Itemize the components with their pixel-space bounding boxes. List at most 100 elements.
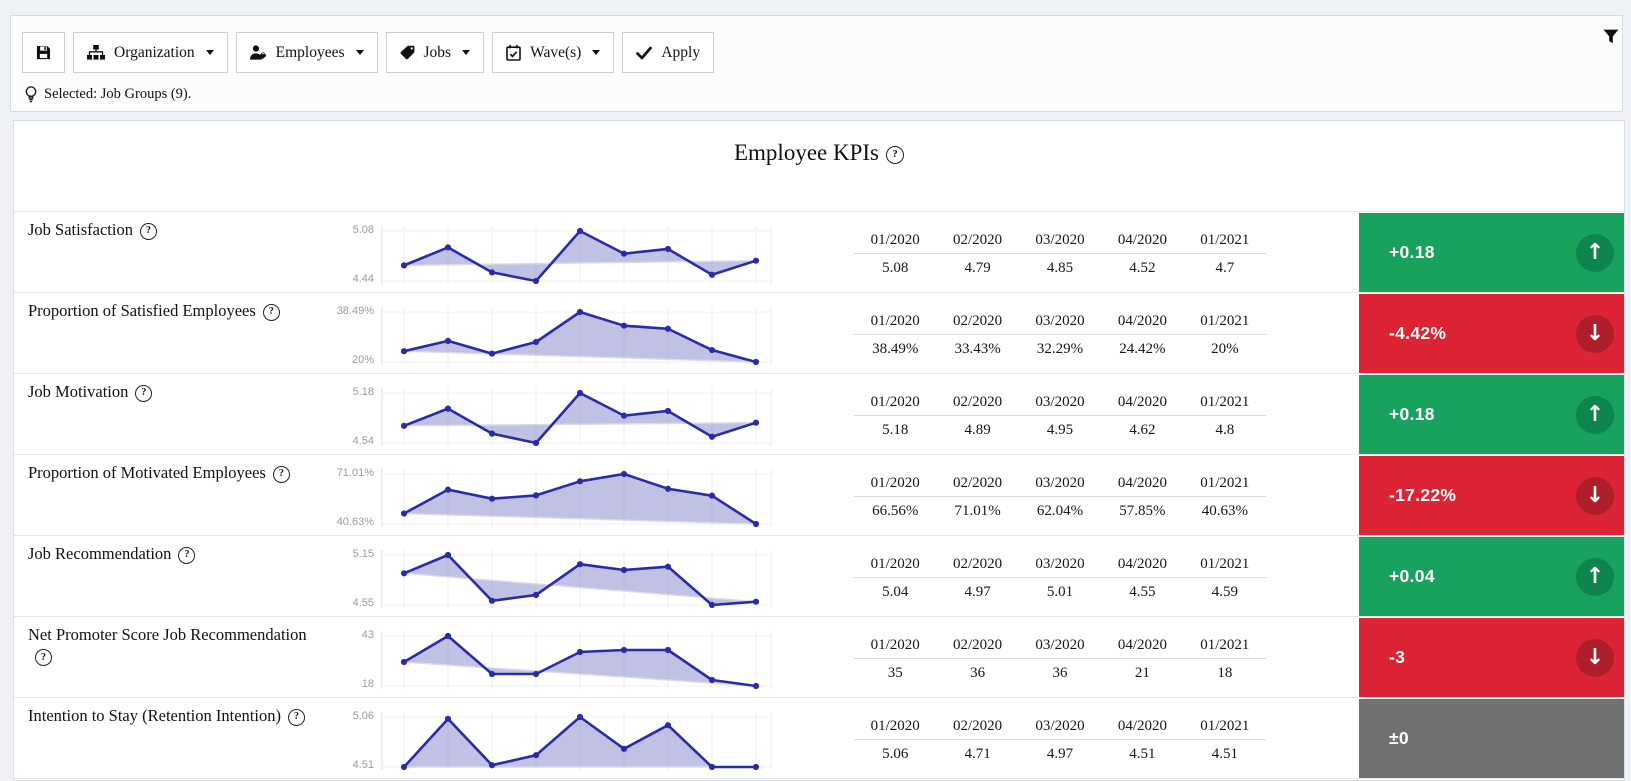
sparkline-max-tick: 5.15 [286, 548, 374, 560]
wave-value-cell: 66.56% [854, 497, 936, 526]
apply-button[interactable]: Apply [622, 32, 714, 73]
help-icon[interactable]: ? [140, 223, 157, 240]
wave-header-cell: 01/2021 [1184, 551, 1266, 577]
wave-value-cell: 36 [936, 659, 1018, 688]
chevron-down-icon [356, 50, 364, 55]
calendar-check-icon [506, 45, 521, 61]
kpi-change-badge: -3↓ [1359, 618, 1625, 697]
wave-value-cell: 20% [1184, 335, 1266, 364]
help-icon[interactable]: ? [263, 304, 280, 321]
kpi-change-value: +0.04 [1389, 566, 1435, 587]
kpi-panel: Employee KPIs? Job Satisfaction? 5.08 4.… [13, 120, 1625, 781]
kpi-sparkline [381, 629, 779, 693]
wave-table: 01/202002/202003/202004/202001/20215.044… [854, 551, 1266, 607]
employees-dropdown[interactable]: Employees [236, 32, 378, 73]
sparkline-min-tick: 4.55 [286, 597, 374, 609]
kpi-label: Proportion of Motivated Employees? [28, 462, 320, 484]
user-tag-icon [250, 45, 267, 60]
filter-icon[interactable] [1603, 29, 1619, 45]
save-icon [36, 45, 51, 60]
wave-header-cell: 01/2020 [854, 551, 936, 577]
jobs-label: Jobs [424, 44, 452, 62]
wave-value-cell: 4.52 [1101, 254, 1183, 283]
sparkline-min-tick: 4.44 [286, 273, 374, 285]
wave-value-cell: 62.04% [1019, 497, 1101, 526]
employees-label: Employees [276, 44, 345, 62]
wave-header-cell: 01/2021 [1184, 308, 1266, 334]
kpi-change-badge: ±0 [1359, 699, 1625, 778]
wave-value-cell: 18 [1184, 659, 1266, 688]
wave-value-cell: 4.7 [1184, 254, 1266, 283]
tag-icon [400, 45, 415, 60]
wave-header-cell: 03/2020 [1019, 632, 1101, 658]
sparkline-min-tick: 18 [286, 678, 374, 690]
wave-header-cell: 04/2020 [1101, 632, 1183, 658]
wave-value-cell: 4.62 [1101, 416, 1183, 445]
wave-header-cell: 01/2020 [854, 713, 936, 739]
kpi-label: Job Recommendation? [28, 543, 320, 565]
arrow-up-circle-icon: ↑ [1576, 234, 1614, 272]
waves-dropdown[interactable]: Wave(s) [492, 32, 614, 73]
sparkline-max-tick: 43 [286, 629, 374, 641]
wave-table: 01/202002/202003/202004/202001/202138.49… [854, 308, 1266, 364]
sparkline-max-tick: 38.49% [286, 305, 374, 317]
wave-header-cell: 01/2020 [854, 308, 936, 334]
wave-header-cell: 03/2020 [1019, 227, 1101, 253]
wave-header-cell: 02/2020 [936, 389, 1018, 415]
sparkline-min-tick: 4.51 [286, 759, 374, 771]
wave-value-cell: 4.59 [1184, 578, 1266, 607]
arrow-up-circle-icon: ↑ [1576, 396, 1614, 434]
jobs-dropdown[interactable]: Jobs [386, 32, 485, 73]
kpi-label-text: Job Motivation [28, 382, 128, 401]
sparkline-max-tick: 5.18 [286, 386, 374, 398]
wave-value-cell: 4.85 [1019, 254, 1101, 283]
wave-header-cell: 01/2021 [1184, 632, 1266, 658]
wave-header-cell: 02/2020 [936, 632, 1018, 658]
kpi-sparkline [381, 305, 779, 369]
kpi-label: Proportion of Satisfied Employees? [28, 300, 320, 322]
kpi-change-value: ±0 [1389, 728, 1409, 749]
sitemap-icon [87, 45, 105, 60]
kpi-sparkline [381, 710, 779, 774]
organization-dropdown[interactable]: Organization [73, 32, 228, 73]
kpi-label-text: Intention to Stay (Retention Intention) [28, 706, 281, 725]
kpi-label: Job Motivation? [28, 381, 320, 403]
kpi-change-badge: -4.42%↓ [1359, 294, 1625, 373]
arrow-down-circle-icon: ↓ [1576, 315, 1614, 353]
help-icon[interactable]: ? [886, 146, 904, 164]
kpi-change-value: +0.18 [1389, 242, 1435, 263]
apply-label: Apply [661, 44, 700, 62]
kpi-row: Job Recommendation? 5.15 4.55 01/202002/… [14, 535, 1624, 617]
wave-header-cell: 03/2020 [1019, 551, 1101, 577]
kpi-label-text: Job Recommendation [28, 544, 171, 563]
help-icon[interactable]: ? [135, 385, 152, 402]
kpi-label-text: Proportion of Satisfied Employees [28, 301, 256, 320]
kpi-change-value: -3 [1389, 647, 1405, 668]
wave-value-cell: 35 [854, 659, 936, 688]
wave-header-cell: 03/2020 [1019, 713, 1101, 739]
wave-value-cell: 4.79 [936, 254, 1018, 283]
help-icon[interactable]: ? [178, 547, 195, 564]
wave-value-cell: 4.8 [1184, 416, 1266, 445]
kpi-label: Job Satisfaction? [28, 219, 320, 241]
selection-note: Selected: Job Groups (9). [25, 86, 191, 103]
wave-header-cell: 02/2020 [936, 227, 1018, 253]
wave-value-cell: 33.43% [936, 335, 1018, 364]
sparkline-max-tick: 5.08 [286, 224, 374, 236]
page-title: Employee KPIs? [14, 140, 1624, 166]
wave-header-cell: 02/2020 [936, 308, 1018, 334]
kpi-row: Job Satisfaction? 5.08 4.44 01/202002/20… [14, 211, 1624, 293]
wave-table: 01/202002/202003/202004/202001/202166.56… [854, 470, 1266, 526]
kpi-sparkline [381, 467, 779, 531]
kpi-change-badge: +0.18 ↑ [1359, 213, 1625, 292]
kpi-row: Job Motivation? 5.18 4.54 01/202002/2020… [14, 373, 1624, 455]
wave-header-cell: 03/2020 [1019, 308, 1101, 334]
help-icon[interactable]: ? [35, 649, 52, 666]
wave-header-cell: 04/2020 [1101, 551, 1183, 577]
kpi-row: Proportion of Motivated Employees? 71.01… [14, 454, 1624, 536]
kpi-label-text: Proportion of Motivated Employees [28, 463, 266, 482]
arrow-up-circle-icon: ↑ [1576, 558, 1614, 596]
save-button[interactable] [22, 32, 65, 73]
chevron-down-icon [206, 50, 214, 55]
wave-header-cell: 03/2020 [1019, 389, 1101, 415]
